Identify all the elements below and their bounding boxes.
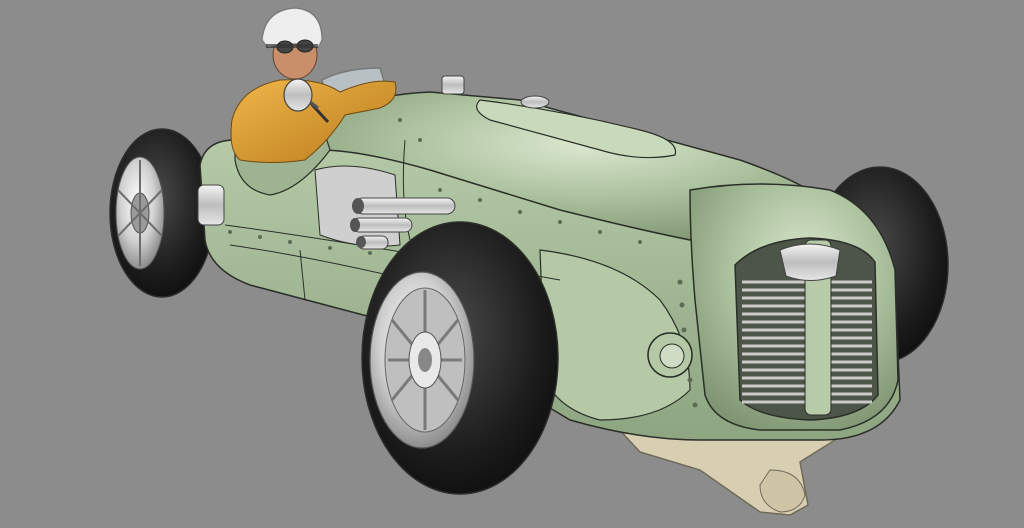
front-left-wheel — [361, 221, 559, 495]
race-car-render — [0, 0, 1024, 528]
rear-hub — [197, 184, 225, 226]
headlight — [647, 332, 693, 378]
radiator-grille — [734, 237, 879, 421]
3d-viewport[interactable] — [0, 0, 1024, 528]
